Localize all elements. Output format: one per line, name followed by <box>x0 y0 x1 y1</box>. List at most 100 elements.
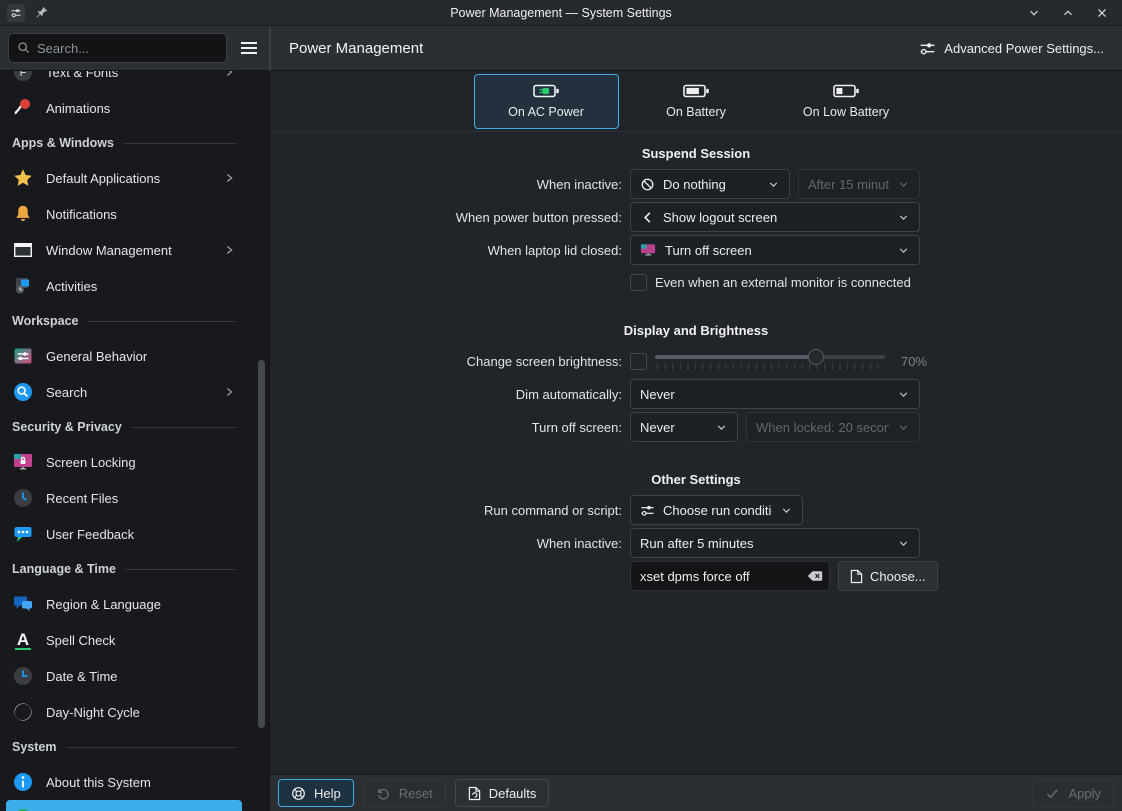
turn-off-screen-combobox[interactable]: Never <box>630 412 738 442</box>
pin-icon[interactable] <box>35 6 48 19</box>
minimize-button[interactable] <box>1027 6 1041 20</box>
sidebar-item-animations[interactable]: Animations <box>6 90 242 126</box>
search-icon <box>17 41 31 55</box>
titlebar: Power Management — System Settings <box>0 0 1122 26</box>
clear-input-icon[interactable] <box>807 568 823 584</box>
power-button-label: When power button pressed: <box>270 210 622 225</box>
help-icon <box>291 786 306 801</box>
user-feedback-icon <box>12 523 34 545</box>
footer-toolbar: Help Reset Defaults Apply <box>270 774 1122 811</box>
maximize-button[interactable] <box>1061 6 1075 20</box>
svg-text:F: F <box>20 71 27 79</box>
sidebar-item-power-management[interactable]: Power Management <box>6 800 242 811</box>
search-box[interactable] <box>8 33 227 63</box>
sidebar-item-recent-files[interactable]: Recent Files <box>6 480 242 516</box>
date-time-icon <box>12 665 34 687</box>
spell-check-icon: A <box>12 629 34 651</box>
menu-icon[interactable] <box>237 37 261 59</box>
system-settings-window: Power Management — System Settings F Tex… <box>0 0 1122 811</box>
battery-ac-icon <box>533 83 560 99</box>
chevron-right-icon <box>222 171 236 185</box>
about-system-icon <box>12 771 34 793</box>
dim-automatically-label: Dim automatically: <box>270 387 622 402</box>
tab-on-low-battery[interactable]: On Low Battery <box>774 74 919 129</box>
run-command-label: Run command or script: <box>270 503 622 518</box>
sidebar-item-search[interactable]: Search <box>6 374 242 410</box>
sidebar-section-security-privacy: Security & Privacy <box>6 410 242 444</box>
sidebar-scrollbar[interactable] <box>258 360 265 728</box>
power-button-combobox[interactable]: Show logout screen <box>630 202 920 232</box>
sidebar-item-spell-check[interactable]: A Spell Check <box>6 622 242 658</box>
run-conditions-button[interactable]: Choose run conditions <box>630 495 803 525</box>
tab-on-battery[interactable]: On Battery <box>624 74 769 129</box>
when-inactive-label: When inactive: <box>270 177 622 192</box>
script-when-inactive-combobox[interactable]: Run after 5 minutes <box>630 528 920 558</box>
sidebar-item-activities[interactable]: Activities <box>6 268 242 304</box>
sidebar-item-region-language[interactable]: Region & Language <box>6 586 242 622</box>
slider-ticks <box>657 363 883 370</box>
sidebar-item-general-behavior[interactable]: General Behavior <box>6 338 242 374</box>
turn-off-screen-icon <box>640 243 657 257</box>
power-management-icon <box>12 807 34 811</box>
sidebar-item-user-feedback[interactable]: User Feedback <box>6 516 242 552</box>
chevron-right-icon <box>222 385 236 399</box>
chevron-down-icon <box>767 178 780 191</box>
default-applications-icon <box>12 167 34 189</box>
defaults-icon <box>468 786 481 801</box>
defaults-button[interactable]: Defaults <box>455 779 550 807</box>
chevron-down-icon <box>897 388 910 401</box>
reset-icon <box>376 786 391 801</box>
choose-script-button[interactable]: Choose... <box>838 561 938 591</box>
main-header: Power Management Advanced Power Settings… <box>270 26 1122 71</box>
brightness-checkbox[interactable] <box>630 353 647 370</box>
apply-check-icon <box>1045 786 1060 801</box>
sidebar-item-day-night-cycle[interactable]: Day-Night Cycle <box>6 694 242 730</box>
file-icon <box>850 569 863 584</box>
notifications-icon <box>12 203 34 225</box>
sidebar-section-language-time: Language & Time <box>6 552 242 586</box>
sidebar: F Text & Fonts Animations Apps & Windows… <box>0 26 270 811</box>
sidebar-item-screen-locking[interactable]: Screen Locking <box>6 444 242 480</box>
chevron-right-icon <box>222 243 236 257</box>
activities-icon <box>12 275 34 297</box>
logout-icon <box>640 210 655 225</box>
sidebar-item-date-time[interactable]: Date & Time <box>6 658 242 694</box>
help-button[interactable]: Help <box>278 779 354 807</box>
region-language-icon <box>12 593 34 615</box>
script-when-inactive-label: When inactive: <box>270 536 622 551</box>
main-panel: Power Management Advanced Power Settings… <box>270 26 1122 811</box>
day-night-icon <box>12 701 34 723</box>
section-title-display-brightness: Display and Brightness <box>270 323 1122 338</box>
sidebar-item-about-this-system[interactable]: About this System <box>6 764 242 800</box>
suspend-when-inactive-combobox[interactable]: Do nothing <box>630 169 790 199</box>
tab-on-ac-power[interactable]: On AC Power <box>474 74 619 129</box>
chevron-right-icon <box>222 71 236 79</box>
sidebar-section-system: System <box>6 730 242 764</box>
battery-low-icon <box>833 83 860 99</box>
chevron-down-icon <box>897 421 910 434</box>
chevron-down-icon <box>715 421 728 434</box>
sidebar-item-default-applications[interactable]: Default Applications <box>6 160 242 196</box>
dim-automatically-combobox[interactable]: Never <box>630 379 920 409</box>
sidebar-item-text-fonts[interactable]: F Text & Fonts <box>6 71 242 90</box>
command-input[interactable] <box>630 561 830 591</box>
sidebar-item-notifications[interactable]: Notifications <box>6 196 242 232</box>
sidebar-section-workspace: Workspace <box>6 304 242 338</box>
laptop-lid-label: When laptop lid closed: <box>270 243 622 258</box>
text-fonts-icon: F <box>12 71 34 83</box>
advanced-power-settings-button[interactable]: Advanced Power Settings... <box>919 40 1104 57</box>
page-title: Power Management <box>289 40 423 57</box>
laptop-lid-combobox[interactable]: Turn off screen <box>630 235 920 265</box>
chevron-down-icon <box>897 244 910 257</box>
content-area: On AC Power On Battery On Low Battery Su… <box>270 71 1122 774</box>
external-monitor-checkbox[interactable] <box>630 274 647 291</box>
sidebar-item-window-management[interactable]: Window Management <box>6 232 242 268</box>
sidebar-header <box>0 26 270 71</box>
apply-button: Apply <box>1032 779 1114 807</box>
brightness-percent: 70% <box>893 354 927 369</box>
chevron-down-icon <box>897 178 910 191</box>
chevron-down-icon <box>897 211 910 224</box>
search-input[interactable] <box>37 41 218 56</box>
close-button[interactable] <box>1095 6 1109 20</box>
brightness-slider[interactable] <box>655 350 885 372</box>
